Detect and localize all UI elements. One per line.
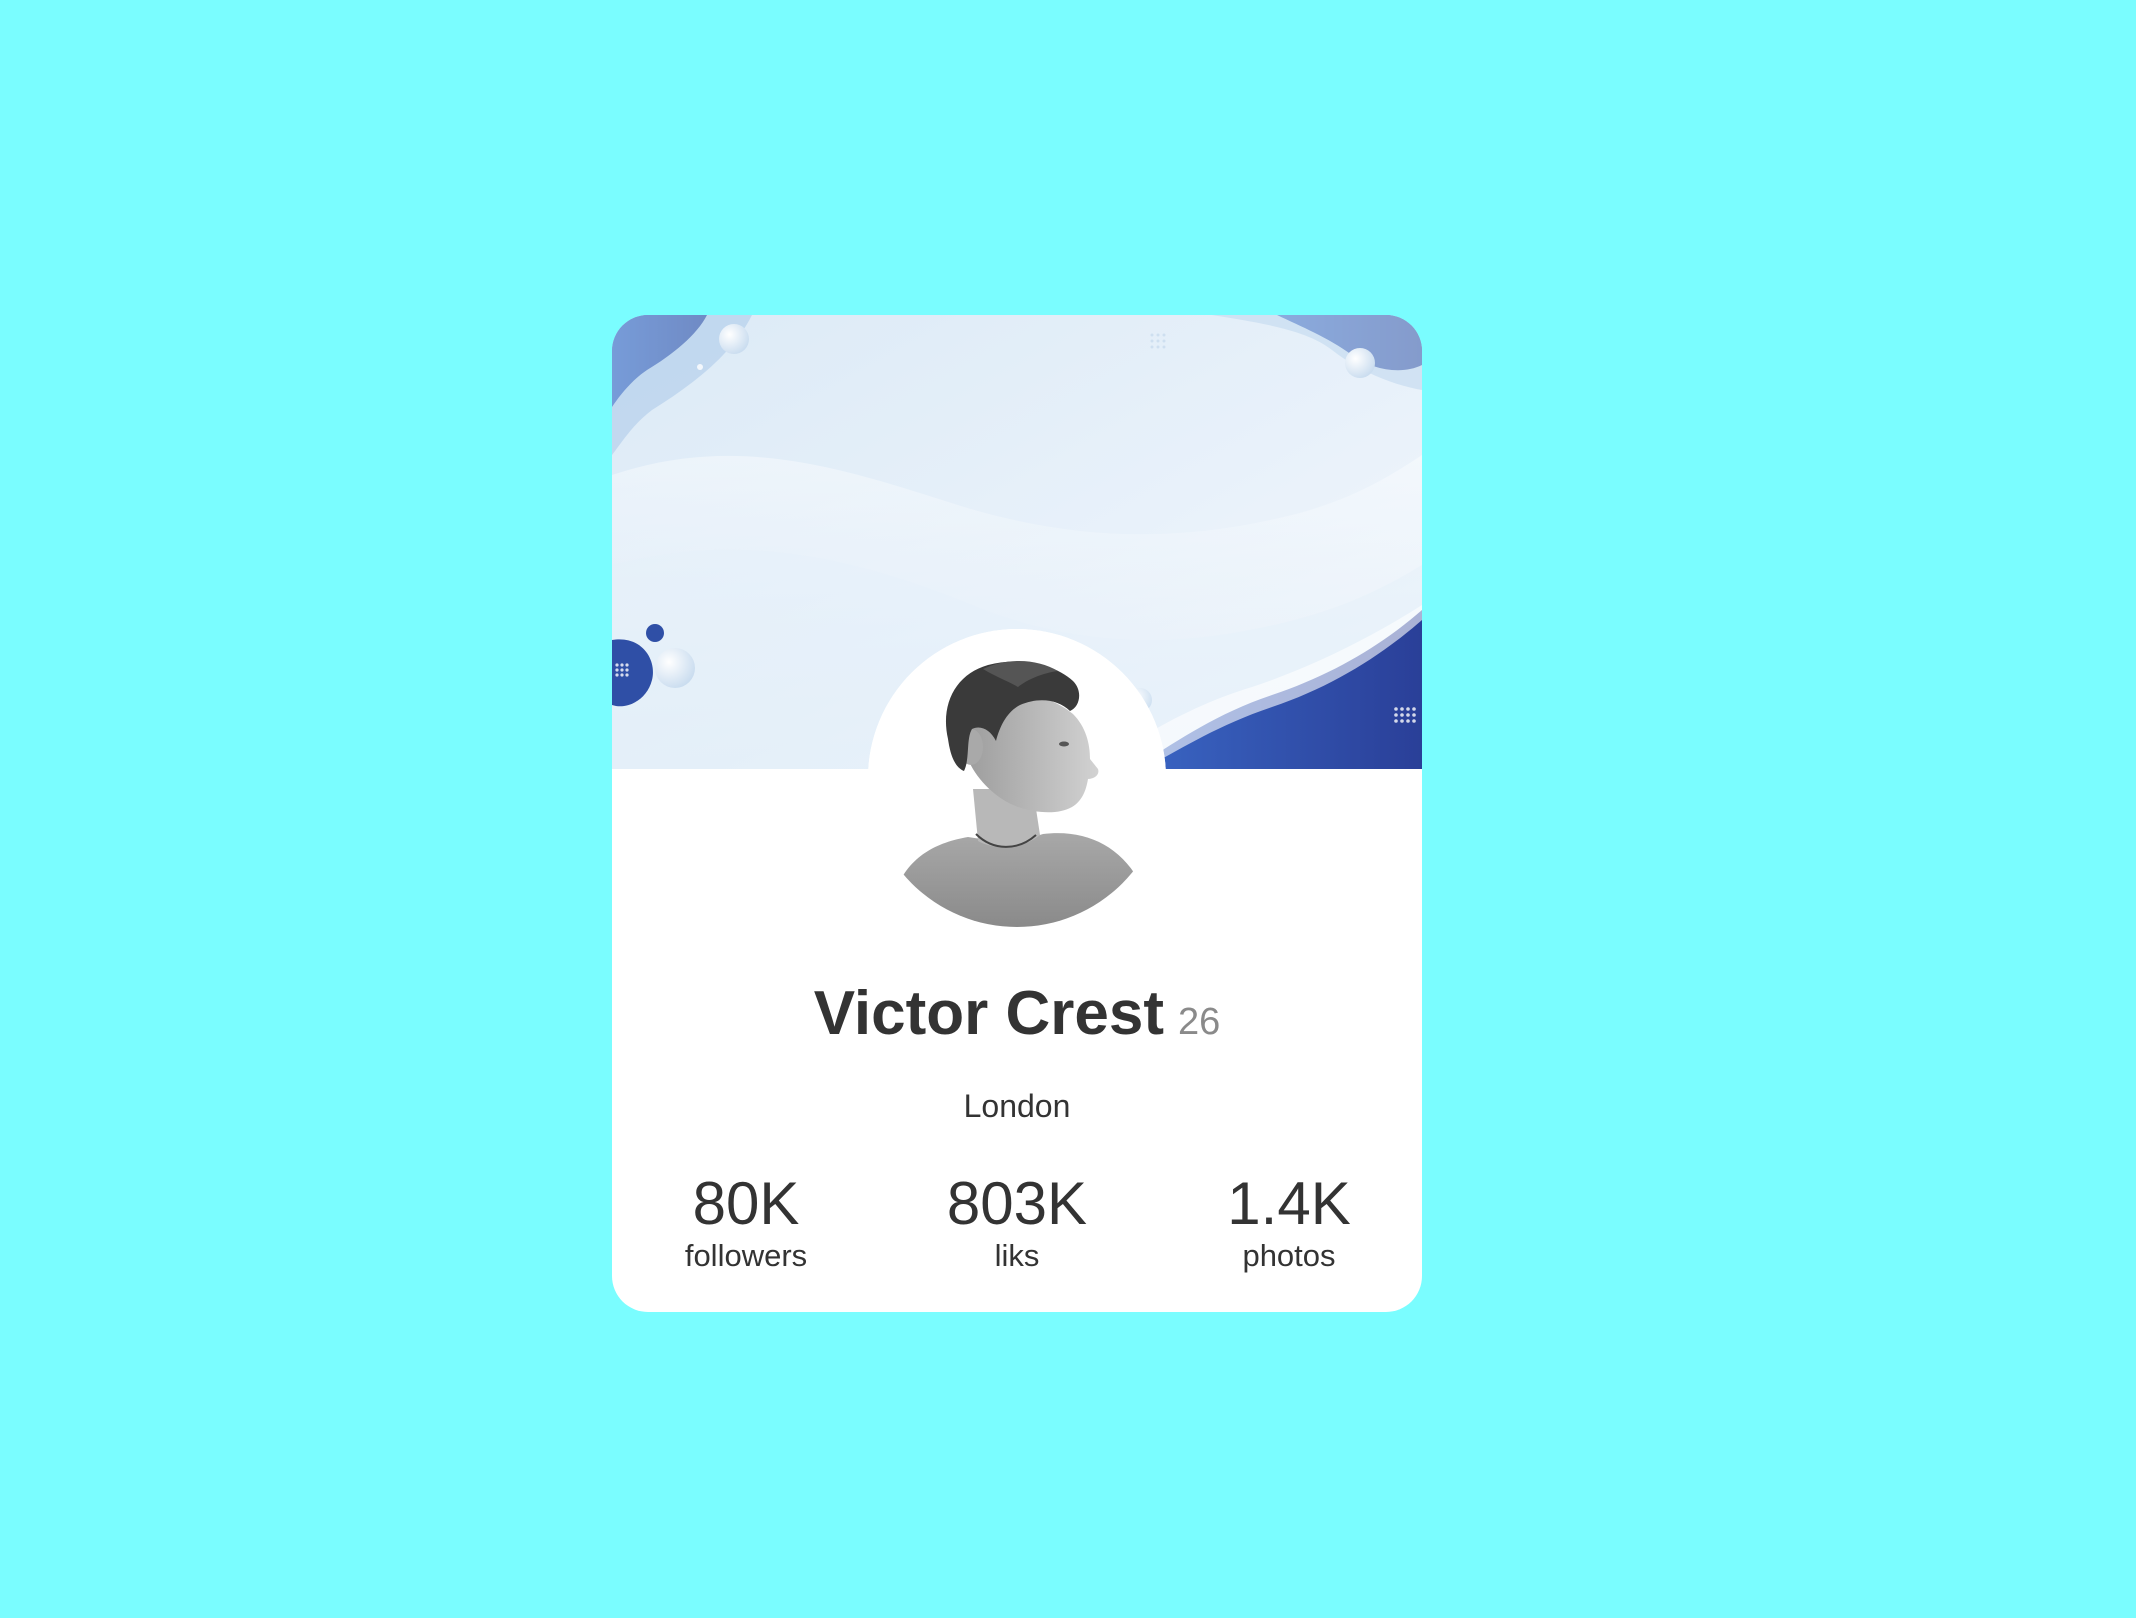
profile-city: London <box>963 1088 1071 1124</box>
stat-value: 80K <box>692 1170 800 1237</box>
profile-name: Victor Crest <box>813 979 1165 1048</box>
profile-photo-icon <box>868 629 1166 927</box>
stat-label: photos <box>1242 1238 1336 1273</box>
name-row: Victor Crest 26 <box>612 978 1422 1049</box>
profile-card: Victor Crest 26 London 80K followers 803K… <box>612 315 1422 1312</box>
stat-followers: 80K followers <box>626 1170 866 1274</box>
stat-label: followers <box>684 1238 808 1273</box>
avatar <box>868 629 1166 927</box>
stat-label: liks <box>994 1238 1040 1273</box>
stat-value: 1.4K <box>1227 1170 1351 1237</box>
profile-age: 26 <box>1178 1001 1221 1043</box>
stat-photos: 1.4K photos <box>1169 1170 1409 1274</box>
stat-value: 803K <box>946 1170 1088 1237</box>
stat-likes: 803K liks <box>897 1170 1137 1274</box>
stats-row: 80K followers 803K liks 1.4K photos <box>612 1170 1422 1280</box>
